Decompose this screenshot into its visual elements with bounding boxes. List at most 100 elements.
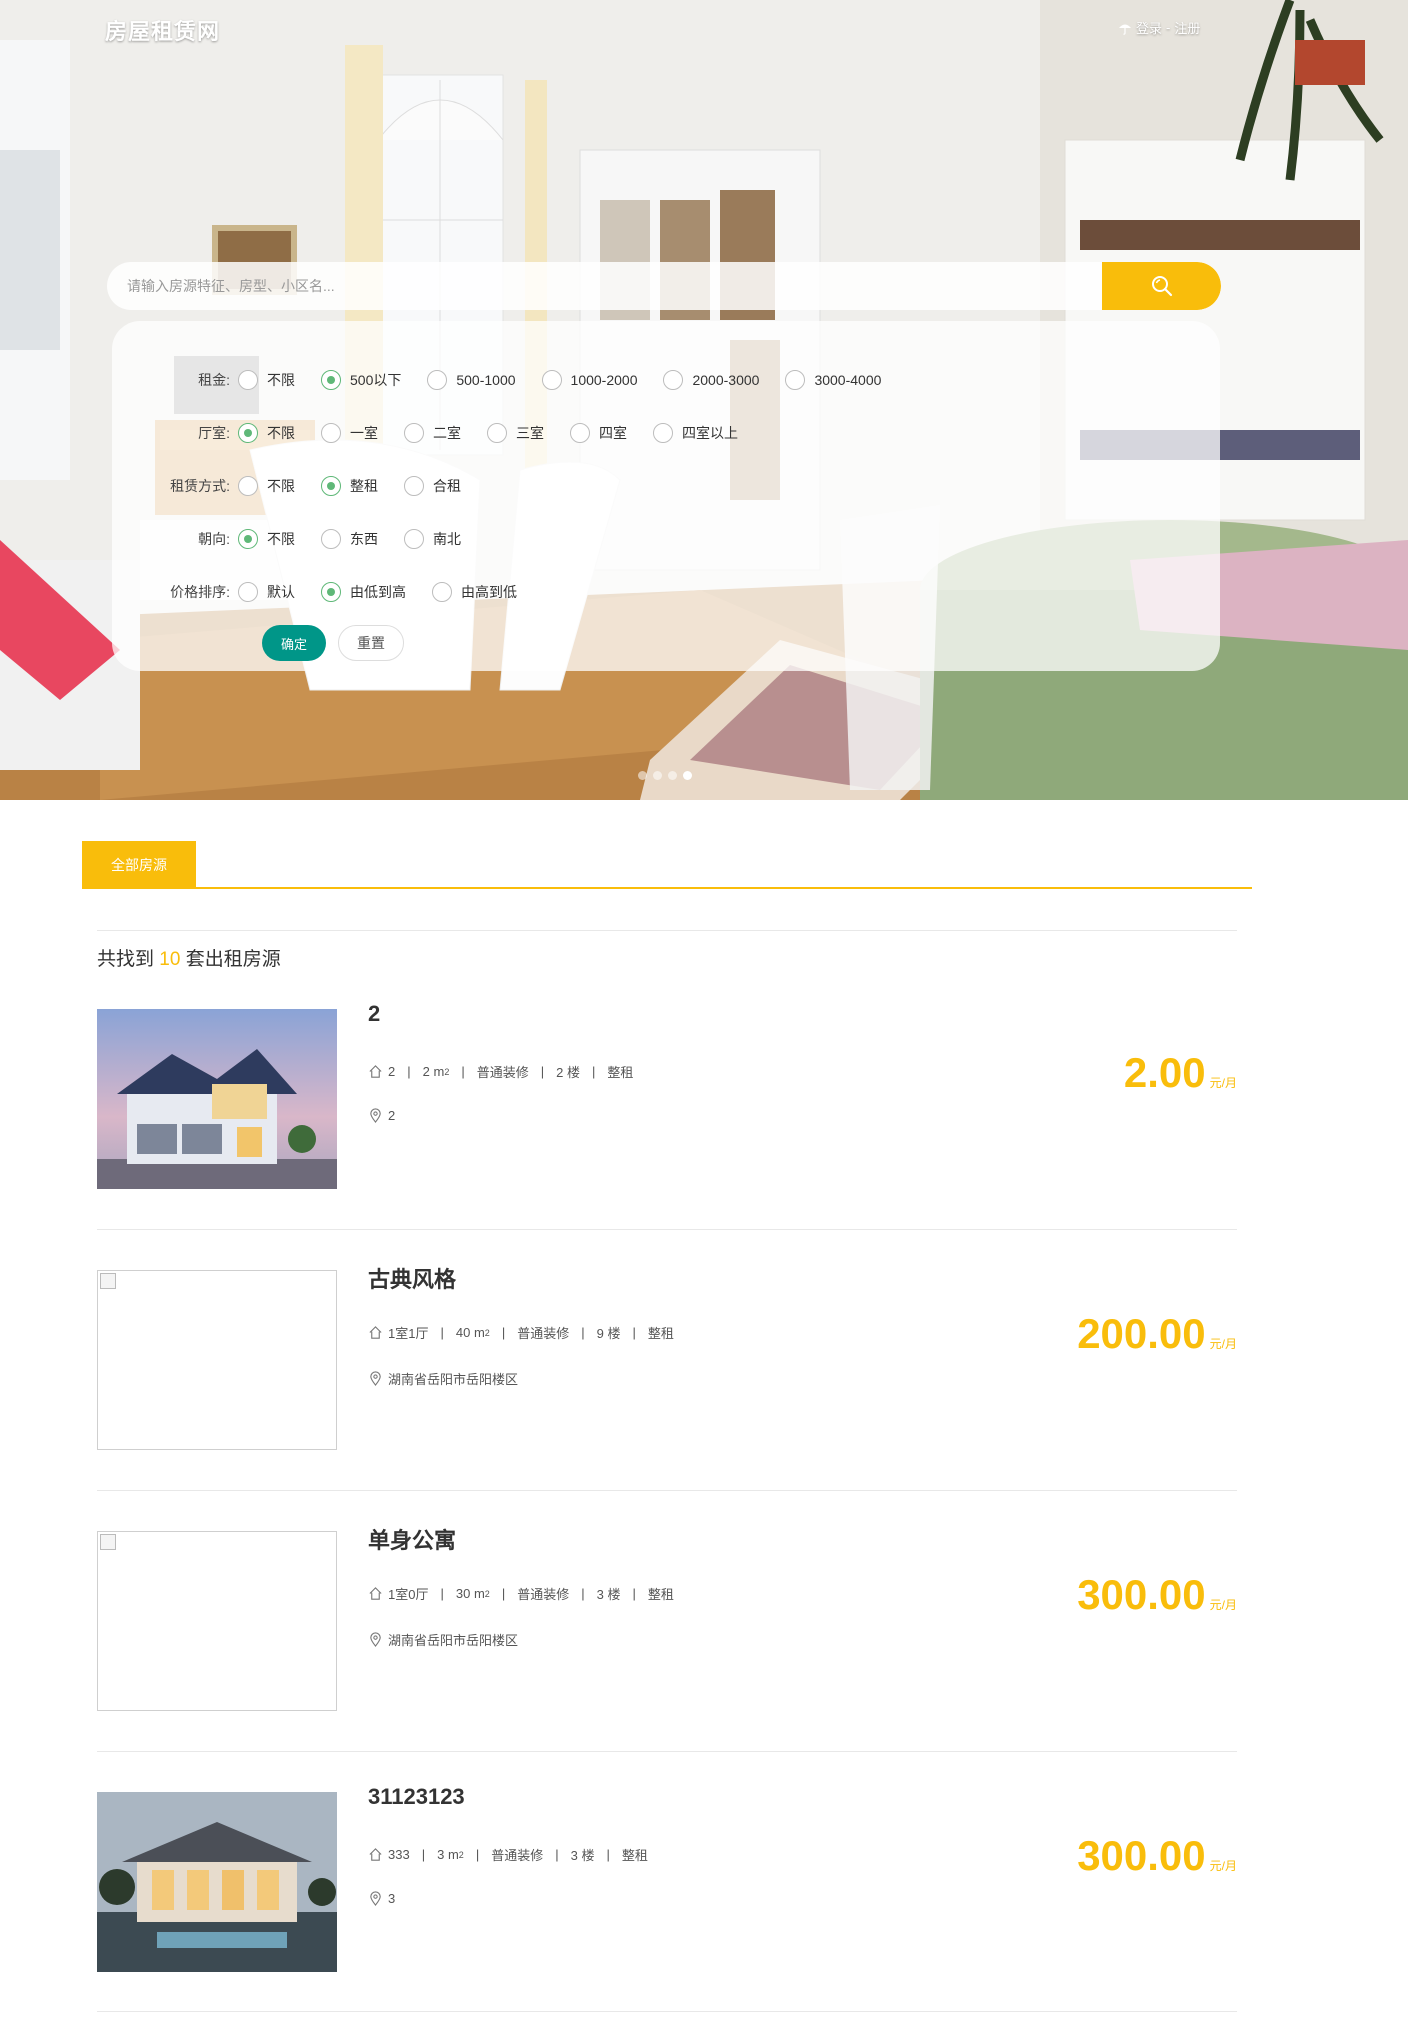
- layout-option[interactable]: 二室: [404, 423, 461, 443]
- sort-option[interactable]: 由低到高: [321, 582, 406, 602]
- listing-meta: 1室0厅 | 30 m 2 | 普通装修 | 3 楼 | 整租: [368, 1584, 674, 1603]
- listing-title[interactable]: 31123123: [368, 1784, 465, 1810]
- radio-icon[interactable]: [404, 476, 424, 496]
- layout-option[interactable]: 三室: [487, 423, 544, 443]
- listing-price: 200.00 元/月: [1077, 1310, 1237, 1357]
- radio-icon[interactable]: [404, 423, 424, 443]
- search-icon: [1151, 276, 1172, 297]
- rent-option[interactable]: 500-1000: [427, 370, 516, 390]
- register-link[interactable]: 注册: [1174, 18, 1200, 37]
- filter-label-orientation: 朝向:: [198, 531, 230, 547]
- hero-banner: 房屋租赁网 登录 - 注册 租金: 不限 500以下 500-1000 1000…: [0, 0, 1408, 800]
- filter-row-sort: 价格排序: 默认 由低到高 由高到低: [112, 577, 517, 607]
- carousel-dot[interactable]: [638, 771, 647, 780]
- auth-links: 登录 - 注册: [1118, 18, 1200, 37]
- filter-label-rent-type: 租赁方式:: [170, 478, 230, 494]
- radio-icon[interactable]: [321, 529, 341, 549]
- radio-icon[interactable]: [427, 370, 448, 390]
- carousel-dot[interactable]: [668, 771, 677, 780]
- listing-meta: 2 | 2 m 2 | 普通装修 | 2 楼 | 整租: [368, 1062, 633, 1081]
- tab-all-listings[interactable]: 全部房源: [82, 841, 196, 889]
- rent-option[interactable]: 500以下: [321, 370, 401, 390]
- radio-icon[interactable]: [663, 370, 684, 390]
- filter-label-layout: 厅室:: [198, 425, 230, 441]
- result-count: 共找到 10 套出租房源: [97, 949, 281, 970]
- listing-title[interactable]: 2: [368, 1001, 380, 1027]
- orientation-option[interactable]: 南北: [404, 529, 461, 549]
- listing-address: 湖南省岳阳市岳阳楼区: [368, 1630, 518, 1649]
- radio-icon[interactable]: [321, 423, 341, 443]
- listing-title[interactable]: 古典风格: [368, 1262, 456, 1294]
- broken-image-icon: [100, 1534, 116, 1550]
- sort-option[interactable]: 由高到低: [432, 582, 517, 602]
- rent-type-option[interactable]: 不限: [238, 476, 295, 496]
- home-icon: [369, 1326, 382, 1339]
- rent-option[interactable]: 不限: [238, 370, 295, 390]
- carousel-indicators: [638, 771, 692, 780]
- listing-image[interactable]: [97, 1009, 337, 1189]
- rent-option[interactable]: 3000-4000: [785, 370, 881, 390]
- login-link[interactable]: 登录: [1136, 18, 1162, 37]
- listing-item[interactable]: 单身公寓 1室0厅 | 30 m 2 | 普通装修 | 3 楼 | 整租 湖南省岳阳市岳阳…: [97, 1528, 1237, 1711]
- search-input[interactable]: [107, 262, 1102, 310]
- filter-actions: 确定 重置: [262, 625, 404, 661]
- filter-label-sort: 价格排序:: [170, 584, 230, 600]
- listing-image-broken[interactable]: [97, 1531, 337, 1711]
- radio-checked-icon[interactable]: [321, 476, 341, 496]
- carousel-dot-active[interactable]: [683, 771, 692, 780]
- layout-option[interactable]: 一室: [321, 423, 378, 443]
- radio-icon[interactable]: [238, 582, 258, 602]
- location-pin-icon: [370, 1371, 381, 1386]
- auth-separator: -: [1166, 20, 1171, 35]
- listing-image[interactable]: [97, 1792, 337, 1972]
- radio-icon[interactable]: [238, 476, 258, 496]
- listing-item[interactable]: 2 2 | 2 m 2 | 普通装修 | 2 楼 | 整租 2 2.00 元/月: [97, 1001, 1237, 1189]
- home-icon: [369, 1587, 382, 1600]
- site-logo[interactable]: 房屋租赁网: [105, 14, 220, 46]
- orientation-option[interactable]: 不限: [238, 529, 295, 549]
- divider: [97, 1490, 1237, 1491]
- radio-checked-icon[interactable]: [321, 582, 341, 602]
- rent-type-option[interactable]: 整租: [321, 476, 378, 496]
- reset-button[interactable]: 重置: [338, 625, 404, 661]
- radio-icon[interactable]: [570, 423, 590, 443]
- radio-checked-icon[interactable]: [238, 529, 258, 549]
- radio-icon[interactable]: [404, 529, 424, 549]
- location-pin-icon: [370, 1108, 381, 1123]
- search-button[interactable]: [1102, 262, 1221, 310]
- orientation-option[interactable]: 东西: [321, 529, 378, 549]
- radio-checked-icon[interactable]: [238, 423, 258, 443]
- location-pin-icon: [370, 1632, 381, 1647]
- rent-type-option[interactable]: 合租: [404, 476, 461, 496]
- divider: [97, 1751, 1237, 1752]
- sort-option[interactable]: 默认: [238, 582, 295, 602]
- carousel-dot[interactable]: [653, 771, 662, 780]
- divider: [97, 930, 1237, 931]
- radio-icon[interactable]: [785, 370, 806, 390]
- radio-icon[interactable]: [541, 370, 562, 390]
- listing-meta: 1室1厅 | 40 m 2 | 普通装修 | 9 楼 | 整租: [368, 1323, 674, 1342]
- listing-title[interactable]: 单身公寓: [368, 1523, 456, 1555]
- radio-icon[interactable]: [653, 423, 673, 443]
- rent-option[interactable]: 1000-2000: [541, 370, 637, 390]
- listing-address: 2: [368, 1108, 395, 1123]
- listing-address: 3: [368, 1891, 395, 1906]
- listing-price: 300.00 元/月: [1077, 1571, 1237, 1618]
- layout-option[interactable]: 四室以上: [653, 423, 738, 443]
- search-bar: [107, 262, 1221, 310]
- listing-item[interactable]: 31123123 333 | 3 m 2 | 普通装修 | 3 楼 | 整租 3 300.…: [97, 1784, 1237, 1972]
- radio-checked-icon[interactable]: [321, 370, 341, 390]
- radio-icon[interactable]: [432, 582, 452, 602]
- listing-image-broken[interactable]: [97, 1270, 337, 1450]
- radio-icon[interactable]: [487, 423, 507, 443]
- rent-option[interactable]: 2000-3000: [663, 370, 759, 390]
- broken-image-icon: [100, 1273, 116, 1289]
- filter-row-orientation: 朝向: 不限 东西 南北: [112, 524, 461, 554]
- listing-item[interactable]: 古典风格 1室1厅 | 40 m 2 | 普通装修 | 9 楼 | 整租 湖南省岳阳市岳阳…: [97, 1267, 1237, 1450]
- house-photo: [97, 1009, 337, 1189]
- radio-icon[interactable]: [238, 370, 258, 390]
- tab-bar: 全部房源: [82, 841, 1252, 889]
- layout-option[interactable]: 不限: [238, 423, 295, 443]
- layout-option[interactable]: 四室: [570, 423, 627, 443]
- confirm-button[interactable]: 确定: [262, 625, 326, 661]
